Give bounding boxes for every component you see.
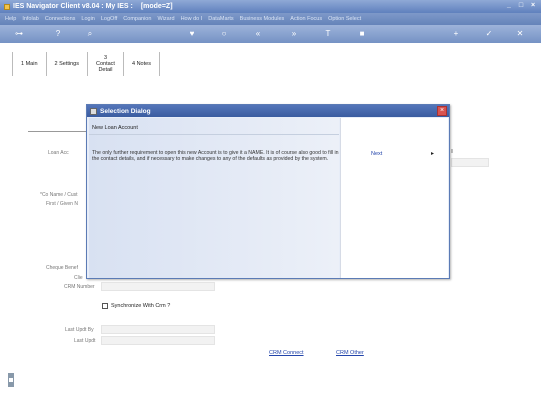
menu-item-companion[interactable]: Companion: [123, 16, 151, 22]
co-name-label: *Co Name / Cust: [40, 192, 78, 198]
divider: [28, 131, 88, 132]
crm-other-link[interactable]: CRM Other: [336, 350, 364, 356]
cancel-icon[interactable]: ✕: [514, 28, 526, 40]
menubar: Help Infolab Connections Login LogOff Co…: [0, 13, 541, 25]
last-updt-field: [101, 336, 215, 345]
menu-item-connections[interactable]: Connections: [45, 16, 76, 22]
forward-icon[interactable]: »: [288, 28, 300, 40]
menu-item-datamarts[interactable]: DataMarts: [208, 16, 233, 22]
back-icon[interactable]: «: [252, 28, 264, 40]
maximize-icon[interactable]: □: [517, 2, 525, 10]
tab-contact-detail[interactable]: 3 Contact Detail: [88, 52, 124, 76]
sync-crm-label: Synchronize With Crm ?: [111, 303, 171, 309]
tab-notes[interactable]: 4 Notes: [124, 52, 160, 76]
last-updt-by-label: Last Updt By: [65, 327, 94, 333]
cheque-benef-label: Cheque Benef: [46, 265, 78, 271]
loan-account-label: Loan Acc: [48, 150, 69, 156]
right-field[interactable]: [451, 158, 489, 167]
crm-connect-link[interactable]: CRM Connect: [269, 350, 304, 356]
last-updt-by-field: [101, 325, 215, 334]
client-label: Clie: [74, 275, 83, 281]
menu-item-infolab[interactable]: Infolab: [22, 16, 39, 22]
dialog-divider: [89, 134, 339, 135]
menu-item-login[interactable]: Login: [81, 16, 94, 22]
right-field-label: ll: [451, 149, 454, 155]
menu-item-business-modules[interactable]: Business Modules: [240, 16, 285, 22]
next-arrow-icon[interactable]: ▸: [431, 150, 434, 157]
accept-icon[interactable]: ✓: [483, 28, 495, 40]
tab-main[interactable]: 1 Main: [12, 52, 47, 76]
stop-icon[interactable]: ■: [356, 28, 368, 40]
menu-item-logoff[interactable]: LogOff: [101, 16, 117, 22]
dialog-titlebar: Selection Dialog: [87, 105, 449, 117]
search-icon[interactable]: ⌕: [84, 28, 96, 40]
selection-dialog: Selection Dialog × New Loan Account The …: [86, 104, 450, 279]
dialog-content: New Loan Account The only further requir…: [89, 118, 339, 278]
refresh-icon[interactable]: ○: [218, 28, 230, 40]
tab-settings[interactable]: 2 Settings: [47, 52, 88, 76]
close-icon[interactable]: ×: [529, 2, 537, 10]
dialog-icon: [90, 107, 97, 115]
menu-item-option-select[interactable]: Option Select: [328, 16, 361, 22]
dialog-heading: New Loan Account: [92, 125, 138, 131]
crm-number-field[interactable]: [101, 282, 215, 291]
footer-icon[interactable]: [8, 373, 14, 387]
menu-item-wizard[interactable]: Wizard: [157, 16, 174, 22]
text-icon[interactable]: T: [322, 28, 334, 40]
first-name-label: First / Given N: [46, 201, 78, 207]
toolbar: ⊶ ? ⌕ ♥ ○ « » T ■ + ✓ ✕: [0, 25, 541, 43]
menu-item-how-do-i[interactable]: How do I: [181, 16, 203, 22]
dialog-title: Selection Dialog: [100, 107, 151, 115]
minimize-icon[interactable]: _: [505, 2, 513, 10]
menu-item-help[interactable]: Help: [5, 16, 16, 22]
key-icon[interactable]: ⊶: [8, 28, 30, 40]
help-icon[interactable]: ?: [52, 28, 64, 40]
next-button[interactable]: Next: [371, 151, 382, 157]
dialog-actions: Next ▸: [340, 118, 448, 278]
heart-icon[interactable]: ♥: [186, 28, 198, 40]
crm-number-label: CRM Number: [64, 284, 95, 290]
sync-crm-checkbox[interactable]: Synchronize With Crm ?: [102, 303, 170, 309]
last-updt-label: Last Updt: [74, 338, 96, 344]
dialog-body-text: The only further requirement to open thi…: [92, 150, 339, 162]
add-icon[interactable]: +: [450, 28, 462, 40]
tab-bar: 1 Main 2 Settings 3 Contact Detail 4 Not…: [12, 52, 160, 76]
menu-item-action-focus[interactable]: Action Focus: [290, 16, 322, 22]
window-title: IES Navigator Client v8.04 : My IES :: [13, 3, 133, 10]
checkbox-box[interactable]: [102, 303, 108, 309]
dialog-close-icon[interactable]: ×: [437, 106, 447, 116]
window-titlebar: IES Navigator Client v8.04 : My IES : [m…: [0, 0, 541, 13]
window-mode: [mode=Z]: [140, 3, 173, 10]
window-controls: _ □ ×: [505, 2, 537, 10]
app-icon: [4, 3, 10, 10]
